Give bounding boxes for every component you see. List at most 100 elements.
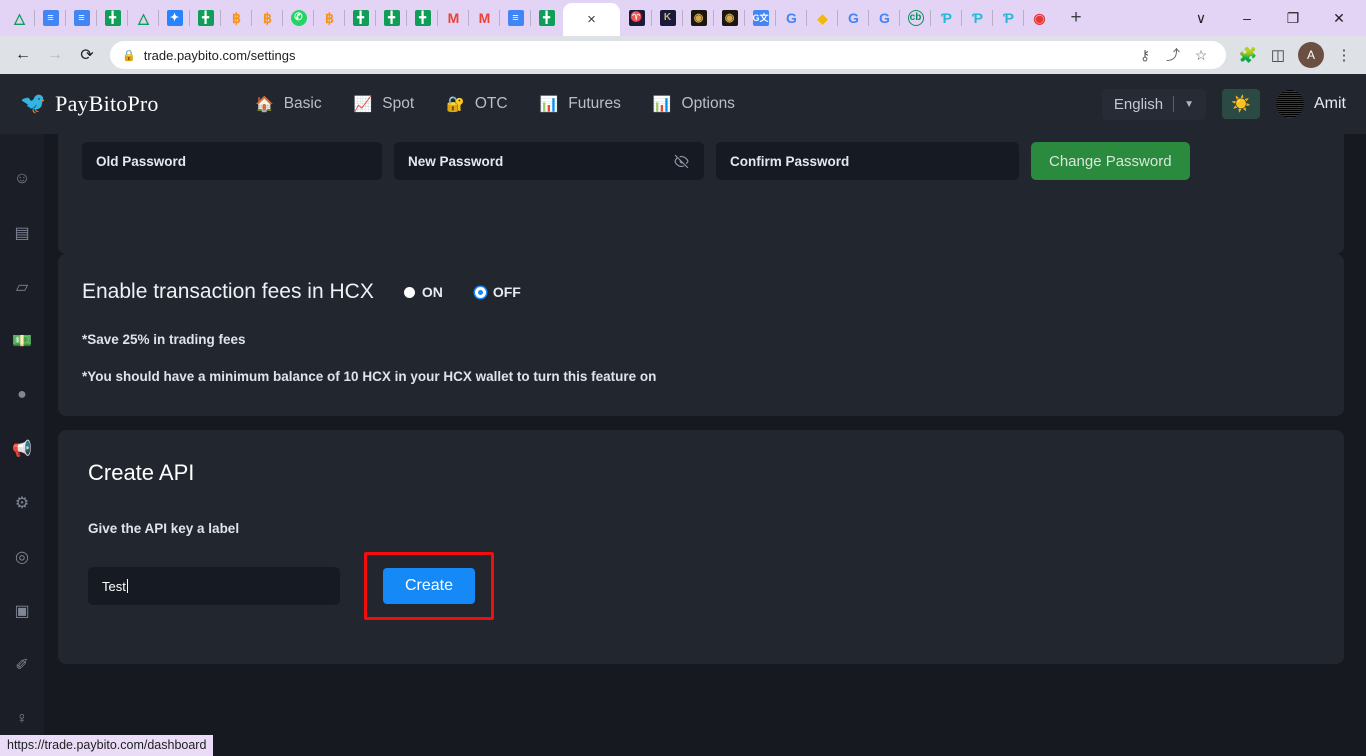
id-card-icon: ▣ xyxy=(14,603,30,620)
docs-icon: ≡ xyxy=(42,10,59,26)
sidebar-item-kyc[interactable]: ▣ xyxy=(0,584,44,638)
new-password-input[interactable]: New Password xyxy=(394,142,704,180)
gmail-tab-2[interactable]: M xyxy=(469,0,500,36)
maximize-icon[interactable]: ❐ xyxy=(1270,2,1316,34)
reload-icon[interactable]: ⟳ xyxy=(72,40,102,70)
side-panel-icon[interactable]: ◫ xyxy=(1264,40,1292,70)
close-tab-icon[interactable]: × xyxy=(587,12,596,27)
gmail-tab[interactable]: M xyxy=(438,0,469,36)
radio-button-icon[interactable] xyxy=(403,286,415,298)
coin-tab[interactable]: ◉ xyxy=(683,0,714,36)
back-icon[interactable]: ← xyxy=(8,40,38,70)
text-cursor xyxy=(126,579,128,593)
paybito-tab-3[interactable]: Ƥ xyxy=(962,0,993,36)
forward-icon[interactable]: → xyxy=(40,40,70,70)
coin-icon: ◉ xyxy=(690,10,707,26)
sidebar-item-security[interactable]: ◎ xyxy=(0,530,44,584)
sidebar-item-settings[interactable]: ⚙ xyxy=(0,476,44,530)
sidebar-item-token[interactable]: ● xyxy=(0,368,44,422)
kraken-tab[interactable]: K xyxy=(652,0,683,36)
sheets-tab-6[interactable]: ╋ xyxy=(531,0,562,36)
sidebar-item-deposit[interactable]: ▱ xyxy=(0,260,44,314)
paybito-tab-2[interactable]: Ƥ xyxy=(931,0,962,36)
active-browser-tab[interactable]: × xyxy=(563,3,620,36)
browser-tab-strip: △ ≡ ≡ ╋ △ ✦ ╋ ฿฿ ✆ ฿ ╋ ╋ ╋ M M ≡ ╋ × ♈ K ◉ ◉ G文 G ◆ G Gcb Ƥ Ƥ Ƥ ◉ + … xyxy=(0,0,1366,36)
change-password-button[interactable]: Change Password xyxy=(1031,142,1190,180)
sheets-tab-2[interactable]: ╋ xyxy=(190,0,221,36)
main-navigation: 🏠 Basic 📈 Spot 🔐 OTC 📊 Futures 📊 Options xyxy=(255,95,735,113)
hcx-note-savings: *Save 25% in trading fees xyxy=(82,332,246,347)
google-tab-3[interactable]: G xyxy=(869,0,900,36)
radio-button-icon[interactable] xyxy=(474,286,486,298)
coinbase-tab[interactable]: cb xyxy=(900,0,931,36)
hcx-radio-on[interactable]: ON xyxy=(403,284,443,300)
password-key-icon[interactable]: ⚷ xyxy=(1132,42,1158,68)
nav-item-options[interactable]: 📊 Options xyxy=(653,95,735,113)
coin-tab-2[interactable]: ◉ xyxy=(714,0,745,36)
tab-search-icon[interactable]: ∨ xyxy=(1178,2,1224,34)
theme-toggle-button[interactable]: ☀️ xyxy=(1222,89,1260,119)
bitcoin-tab-2[interactable]: ฿ xyxy=(252,0,283,36)
docs-tab-3[interactable]: ≡ xyxy=(500,0,531,36)
omnibox-actions: ⚷ ⤴ ☆ xyxy=(1132,42,1214,68)
hcx-radio-label: ON xyxy=(421,284,443,300)
language-selector[interactable]: English ▼ xyxy=(1101,88,1206,120)
sheets-tab[interactable]: ╋ xyxy=(97,0,128,36)
sheets-tab-5[interactable]: ╋ xyxy=(407,0,438,36)
user-menu[interactable]: Amit xyxy=(1276,90,1346,118)
paybito-tab[interactable]: ♈ xyxy=(621,0,652,36)
eye-off-icon[interactable] xyxy=(673,153,690,170)
nav-item-futures[interactable]: 📊 Futures xyxy=(540,95,621,113)
api-create-row: Test Create xyxy=(88,552,1320,620)
sidebar-item-cards[interactable]: ▤ xyxy=(0,206,44,260)
nav-item-otc[interactable]: 🔐 OTC xyxy=(446,95,507,113)
profile-avatar-button[interactable]: A xyxy=(1298,42,1324,68)
coin-icon: ◉ xyxy=(721,10,738,26)
docs-tab-2[interactable]: ≡ xyxy=(66,0,97,36)
old-password-input[interactable]: Old Password xyxy=(82,142,382,180)
chevron-down-icon[interactable]: ▼ xyxy=(1184,99,1194,110)
chrome-menu-icon[interactable]: ⋮ xyxy=(1330,40,1358,70)
close-window-icon[interactable]: ✕ xyxy=(1316,2,1362,34)
nav-spot-icon: 📈 xyxy=(353,95,373,113)
google-tab[interactable]: G xyxy=(776,0,807,36)
sidebar-item-wallet[interactable]: 💵 xyxy=(0,314,44,368)
app-body: ☺ ▤ ▱ 💵 ● 📢 ⚙ ◎ ▣ ✐ ♀ Old Password New Password xyxy=(0,134,1366,756)
divider xyxy=(1173,96,1175,112)
sheets-tab-4[interactable]: ╋ xyxy=(376,0,407,36)
whatsapp-tab[interactable]: ✆ xyxy=(283,0,314,36)
sheets-icon: ╋ xyxy=(104,10,121,26)
drive-tab[interactable]: △ xyxy=(4,0,35,36)
jira-tab[interactable]: ✦ xyxy=(159,0,190,36)
hcx-radio-off[interactable]: OFF xyxy=(474,284,521,300)
record-tab[interactable]: ◉ xyxy=(1024,0,1055,36)
paybito-tab-4[interactable]: Ƥ xyxy=(993,0,1024,36)
bitcoin-tab-3[interactable]: ฿ xyxy=(314,0,345,36)
binance-tab[interactable]: ◆ xyxy=(807,0,838,36)
megaphone-icon: 📢 xyxy=(12,441,32,458)
drive-tab-2[interactable]: △ xyxy=(128,0,159,36)
share-icon[interactable]: ⤴ xyxy=(1160,42,1186,68)
address-bar[interactable]: 🔒 trade.paybito.com/settings ⚷ ⤴ ☆ xyxy=(110,41,1226,69)
bookmark-star-icon[interactable]: ☆ xyxy=(1188,42,1214,68)
docs-tab[interactable]: ≡ xyxy=(35,0,66,36)
new-tab-button[interactable]: + xyxy=(1061,3,1091,33)
paybito-icon: Ƥ xyxy=(1003,10,1014,26)
sheets-icon: ╋ xyxy=(538,10,555,26)
sidebar-item-profile[interactable]: ☺ xyxy=(0,152,44,206)
brand[interactable]: 🐦 PayBitoPro xyxy=(20,91,255,117)
minimize-icon[interactable]: – xyxy=(1224,2,1270,34)
nav-item-basic[interactable]: 🏠 Basic xyxy=(255,95,322,113)
bitcoin-tab[interactable]: ฿ xyxy=(221,0,252,36)
sidebar-item-referral[interactable]: ✐ xyxy=(0,638,44,692)
translate-tab[interactable]: G文 xyxy=(745,0,776,36)
nav-item-spot[interactable]: 📈 Spot xyxy=(354,95,415,113)
sheets-icon: ╋ xyxy=(352,10,369,26)
google-tab-2[interactable]: G xyxy=(838,0,869,36)
api-key-label-input[interactable]: Test xyxy=(88,567,340,605)
confirm-password-input[interactable]: Confirm Password xyxy=(716,142,1019,180)
sidebar-item-announcements[interactable]: 📢 xyxy=(0,422,44,476)
extensions-icon[interactable]: 🧩 xyxy=(1234,40,1262,70)
sheets-tab-3[interactable]: ╋ xyxy=(345,0,376,36)
create-button[interactable]: Create xyxy=(383,568,476,604)
